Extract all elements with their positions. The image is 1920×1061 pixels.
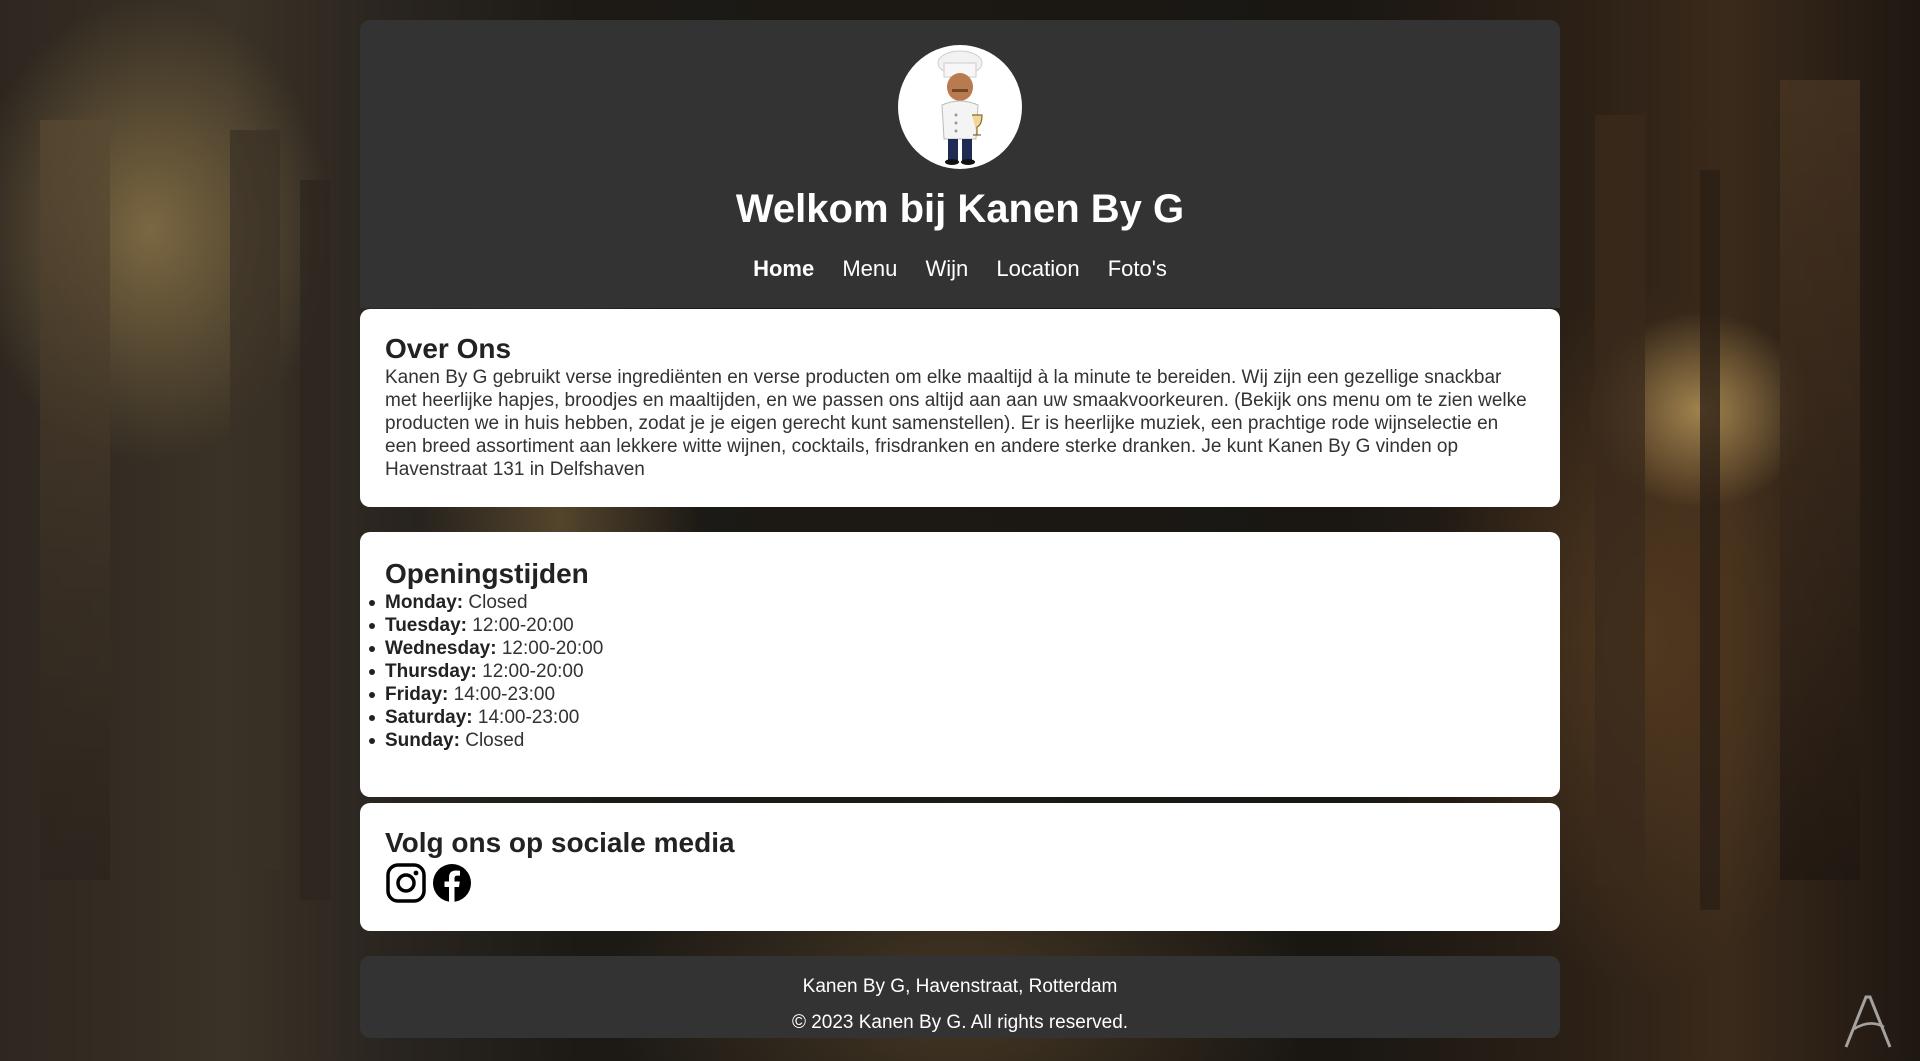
list-item: Thursday: 12:00-20:00 [369,660,1535,683]
list-item: Tuesday: 12:00-20:00 [369,614,1535,637]
about-text: Kanen By G gebruikt verse ingrediënten e… [385,366,1527,480]
footer-copyright: © 2023 Kanen By G. All rights reserved. [791,1012,1129,1033]
day-time: 12:00-20:00 [482,660,584,682]
nav-home[interactable]: Home [753,256,814,282]
social-icons [385,862,1535,904]
nav-location[interactable]: Location [996,256,1079,282]
day-label: Monday: [385,591,464,613]
instagram-icon[interactable] [385,862,427,904]
nav-wijn[interactable]: Wijn [925,256,968,282]
main-nav: Home Menu Wijn Location Foto's [360,256,1560,282]
day-time: 12:00-20:00 [501,637,604,659]
footer-address: Kanen By G, Havenstraat, Rotterdam [802,976,1118,997]
page-container: Welkom bij Kanen By G Home Menu Wijn Loc… [360,20,1560,1038]
list-item: Sunday: Closed [369,729,1535,752]
about-heading: Over Ons [385,333,512,364]
social-heading: Volg ons op sociale media [385,827,735,858]
hours-heading: Openingstijden [385,558,589,589]
list-item: Saturday: 14:00-23:00 [369,706,1535,729]
nav-menu[interactable]: Menu [842,256,897,282]
day-label: Friday: [385,683,449,705]
day-time: 12:00-20:00 [472,614,574,636]
page-title: Welkom bij Kanen By G [735,187,1185,231]
day-time: Closed [468,591,528,613]
list-item: Monday: Closed [369,591,1535,614]
site-header: Welkom bij Kanen By G Home Menu Wijn Loc… [360,20,1560,308]
day-time: 14:00-23:00 [453,683,556,705]
day-label: Thursday: [385,660,477,682]
day-time: Closed [465,729,525,751]
day-time: 14:00-23:00 [477,706,580,728]
list-item: Friday: 14:00-23:00 [369,683,1535,706]
chef-icon [937,50,983,165]
list-item: Wednesday: 12:00-20:00 [369,637,1535,660]
social-section: Volg ons op sociale media [360,803,1560,931]
opening-hours-section: Openingstijden Monday: Closed Tuesday: 1… [360,532,1560,797]
site-footer: Kanen By G, Havenstraat, Rotterdam © 202… [360,956,1560,1038]
about-section: Over Ons Kanen By G gebruikt verse ingre… [360,309,1560,507]
nav-fotos[interactable]: Foto's [1108,256,1167,282]
hours-list: Monday: Closed Tuesday: 12:00-20:00 Wedn… [369,591,1535,752]
day-label: Wednesday: [385,637,497,659]
watermark-logo-icon [1836,989,1900,1053]
chef-avatar [898,45,1022,169]
day-label: Saturday: [385,706,473,728]
facebook-icon[interactable] [431,862,473,904]
day-label: Tuesday: [385,614,468,636]
day-label: Sunday: [385,729,460,751]
